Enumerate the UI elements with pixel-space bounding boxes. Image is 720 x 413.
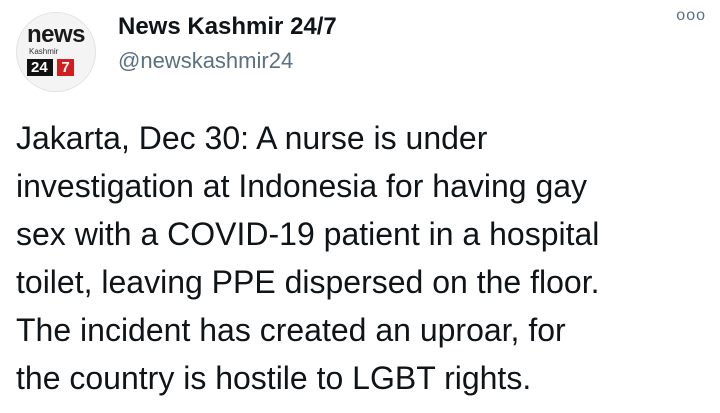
tweet-text-line: The incident has created an uproar, for	[16, 312, 566, 348]
tweet-text: Jakarta, Dec 30: A nurse is under invest…	[16, 114, 706, 402]
tweet-text-line: sex with a COVID-19 patient in a hospita…	[16, 216, 600, 252]
avatar[interactable]: news Kashmir 24 7	[16, 12, 96, 92]
avatar-logo-seven: 7	[57, 59, 74, 76]
more-options-icon[interactable]: ooo	[676, 6, 706, 26]
tweet-text-line: the country is hostile to LGBT rights.	[16, 360, 532, 396]
user-handle[interactable]: @newskashmir24	[118, 46, 293, 76]
tweet-text-line: investigation at Indonesia for having ga…	[16, 168, 588, 204]
avatar-logo-number: 24	[27, 59, 53, 76]
tweet-text-line: toilet, leaving PPE dispersed on the flo…	[16, 264, 600, 300]
tweet-text-line: Jakarta, Dec 30: A nurse is under	[16, 120, 488, 156]
avatar-logo-subtext: Kashmir	[29, 47, 59, 56]
avatar-logo-word: news	[27, 21, 86, 48]
tweet-card: news Kashmir 24 7 News Kashmir 24/7 @new…	[0, 0, 720, 413]
display-name[interactable]: News Kashmir 24/7	[118, 12, 337, 42]
